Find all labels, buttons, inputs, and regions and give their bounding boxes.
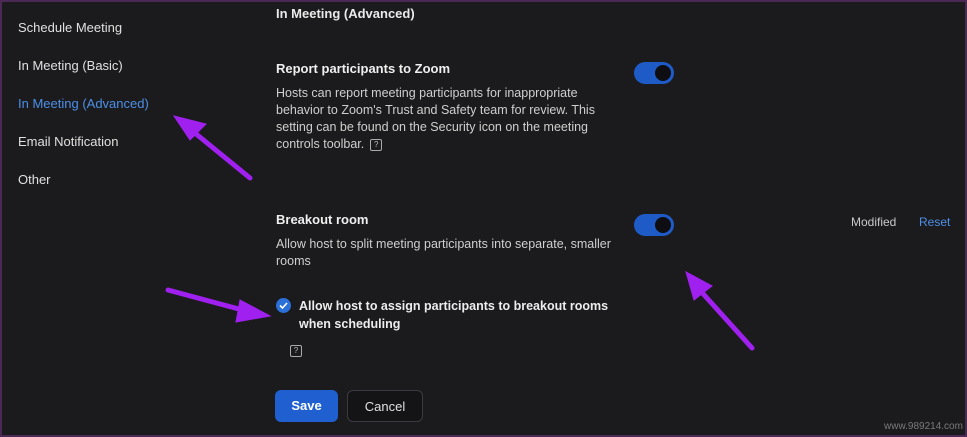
annotation-arrow [172, 115, 253, 181]
annotation-arrows [165, 115, 755, 351]
annotation-arrow [165, 287, 272, 323]
annotation-arrow [685, 270, 755, 351]
